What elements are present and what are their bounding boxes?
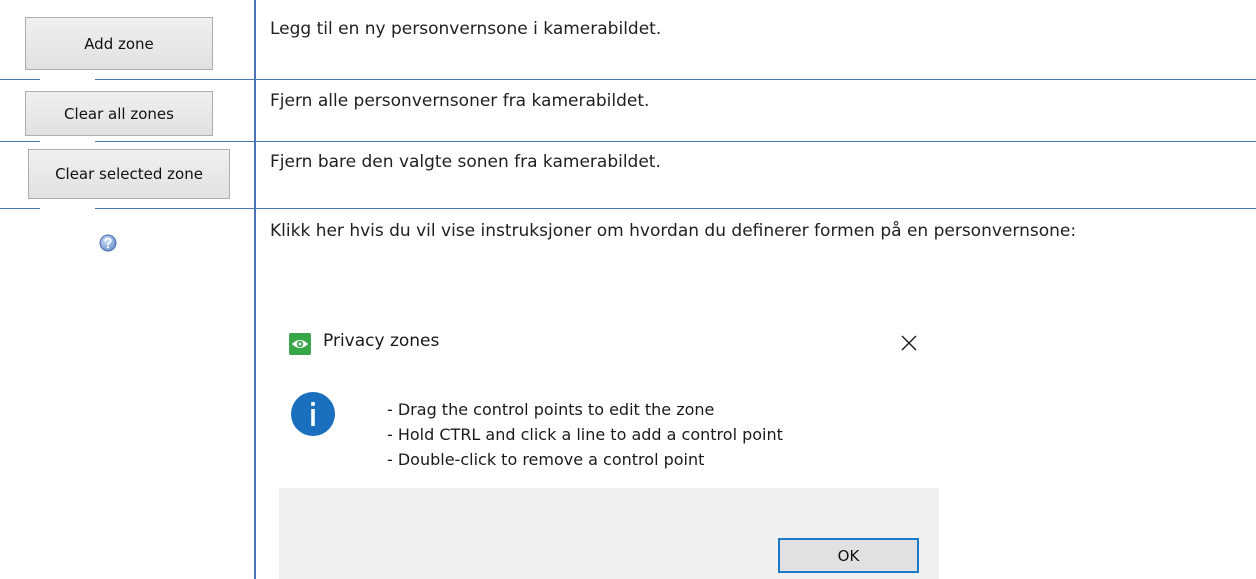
help-icon[interactable]: [99, 234, 117, 252]
document-page: Add zone Legg til en ny personvernsone i…: [0, 0, 1256, 579]
dialog-message-line: - Drag the control points to edit the zo…: [387, 400, 715, 419]
ok-button[interactable]: OK: [778, 538, 919, 573]
dialog-footer: OK: [279, 488, 939, 579]
add-zone-button[interactable]: Add zone: [25, 17, 213, 70]
table-row-divider: [0, 141, 1256, 142]
table-row-divider: [0, 79, 1256, 80]
clear-all-zones-description: Fjern alle personvernsoner fra kamerabil…: [270, 91, 650, 111]
privacy-zones-dialog: Privacy zones - Drag the control points …: [279, 318, 939, 579]
dialog-message-line: - Hold CTRL and click a line to add a co…: [387, 425, 783, 444]
clear-selected-zone-description: Fjern bare den valgte sonen fra kamerabi…: [270, 152, 661, 172]
privacy-eye-icon: [289, 333, 311, 355]
dialog-title: Privacy zones: [323, 331, 440, 351]
dialog-message-line: - Double-click to remove a control point: [387, 450, 705, 469]
help-description: Klikk her hvis du vil vise instruksjoner…: [270, 221, 1077, 241]
table-column-divider: [254, 0, 256, 579]
close-icon[interactable]: [897, 331, 921, 355]
table-row-divider: [0, 208, 1256, 209]
add-zone-description: Legg til en ny personvernsone i kamerabi…: [270, 19, 662, 39]
clear-all-zones-button[interactable]: Clear all zones: [25, 91, 213, 136]
info-icon: [290, 391, 336, 437]
dialog-message-list: - Drag the control points to edit the zo…: [387, 397, 783, 472]
clear-selected-zone-button[interactable]: Clear selected zone: [28, 149, 230, 199]
